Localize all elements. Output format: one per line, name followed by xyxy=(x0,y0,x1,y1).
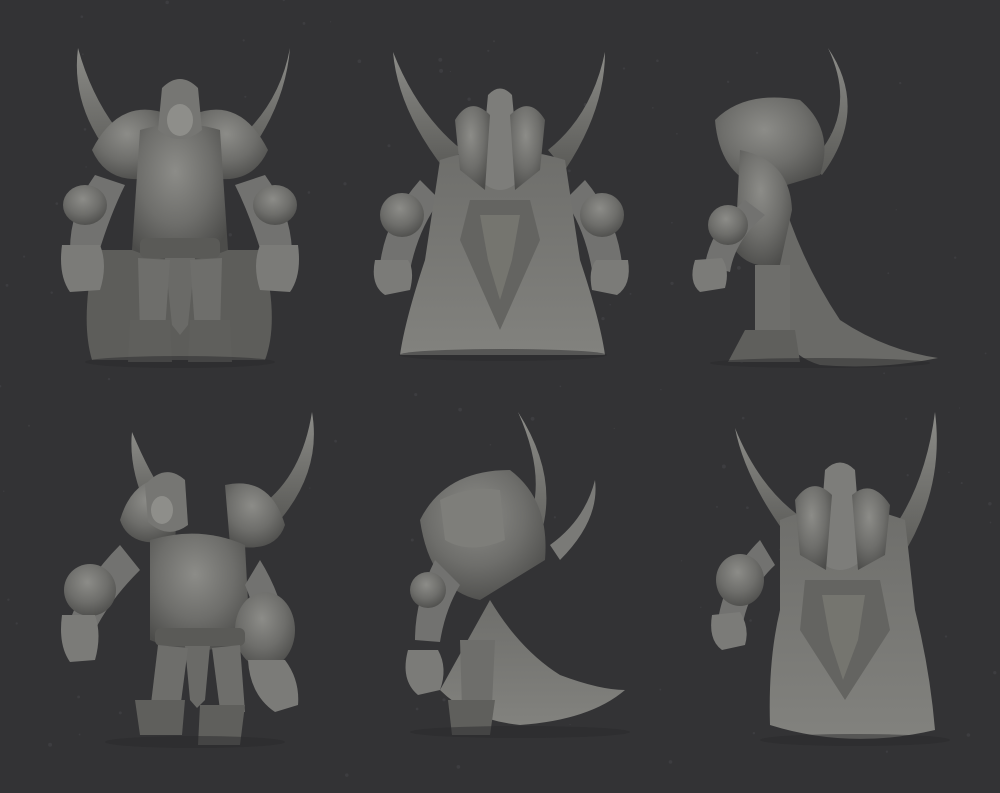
dust-speck xyxy=(993,671,997,675)
dust-speck xyxy=(493,40,495,43)
dust-speck xyxy=(906,474,909,477)
dust-speck xyxy=(622,67,626,70)
dust-speck xyxy=(15,622,18,625)
dust-speck xyxy=(107,377,111,381)
dust-speck xyxy=(487,49,490,52)
dust-speck xyxy=(78,733,81,736)
dust-speck xyxy=(746,506,749,510)
dust-speck xyxy=(601,316,605,321)
dust-speck xyxy=(609,303,611,306)
dust-speck xyxy=(387,144,391,148)
dust-speck xyxy=(345,773,349,777)
dust-speck xyxy=(559,385,562,388)
character-turnaround-sheet xyxy=(0,0,1000,793)
dust-speck xyxy=(716,505,718,508)
dust-speck xyxy=(442,698,446,702)
dust-speck xyxy=(553,516,557,519)
dust-speck xyxy=(953,256,957,259)
dust-speck xyxy=(904,417,908,420)
dust-speck xyxy=(228,233,233,237)
dust-speck xyxy=(680,560,683,562)
dust-speck xyxy=(23,255,26,258)
dust-speck xyxy=(55,202,59,205)
dust-speck xyxy=(357,59,362,64)
dust-speck xyxy=(439,68,444,73)
dust-speck xyxy=(329,21,332,23)
dust-speck xyxy=(958,407,961,409)
dust-speck xyxy=(309,487,311,489)
dust-speck xyxy=(77,695,81,699)
dust-speck xyxy=(676,132,678,135)
dust-speck xyxy=(489,443,492,446)
dust-speck xyxy=(83,128,87,131)
dust-speck xyxy=(984,352,987,355)
dust-speck xyxy=(741,416,745,420)
dust-speck xyxy=(721,464,726,469)
dust-speck xyxy=(82,53,84,56)
dust-speck xyxy=(334,439,337,443)
dust-speck xyxy=(2,490,5,493)
dust-speck xyxy=(629,292,632,295)
dust-speck xyxy=(883,372,886,375)
dust-speck xyxy=(899,81,902,85)
dust-speck xyxy=(7,598,10,601)
dust-speck xyxy=(458,407,462,412)
dust-speck xyxy=(749,619,752,622)
dust-speck xyxy=(530,416,535,421)
dust-speck xyxy=(307,191,311,194)
dust-speck xyxy=(244,95,247,98)
dust-speck xyxy=(752,731,756,735)
dust-speck xyxy=(726,80,730,84)
dust-speck xyxy=(829,133,832,135)
dust-speck xyxy=(668,760,673,764)
dust-speck xyxy=(887,272,890,275)
dust-speck xyxy=(118,711,122,715)
dust-speck xyxy=(656,59,659,62)
dust-speck xyxy=(671,221,673,224)
dust-speck xyxy=(737,266,741,270)
dust-speck xyxy=(456,765,461,769)
back-view-figure xyxy=(373,52,629,361)
dust-speck xyxy=(660,388,662,391)
dust-speck xyxy=(165,0,169,5)
dust-speck xyxy=(343,182,347,186)
dust-speck xyxy=(960,482,963,485)
dust-speck xyxy=(948,471,950,474)
dust-speck xyxy=(5,283,9,287)
dust-speck xyxy=(80,15,84,19)
dust-speck xyxy=(302,21,306,25)
dust-speck xyxy=(242,39,245,42)
dust-speck xyxy=(28,424,30,427)
dust-speck xyxy=(895,209,897,211)
dust-speck xyxy=(415,707,419,711)
dust-speck xyxy=(50,291,53,294)
dust-speck xyxy=(989,521,992,524)
dust-speck xyxy=(659,688,662,691)
dust-speck xyxy=(410,538,414,542)
dust-speck xyxy=(414,393,418,397)
dust-speck xyxy=(613,427,615,430)
dust-speck xyxy=(988,501,992,506)
dust-speck xyxy=(944,635,948,638)
dust-speck xyxy=(467,97,471,101)
dust-speck xyxy=(449,70,452,73)
dust-speck xyxy=(670,281,674,286)
dust-speck xyxy=(438,57,443,62)
dust-speck xyxy=(966,733,971,737)
dust-speck xyxy=(755,51,759,55)
dust-speck xyxy=(885,750,889,753)
dust-speck xyxy=(700,606,702,609)
dust-speck xyxy=(567,169,571,173)
dust-speck xyxy=(48,742,53,747)
dust-speck xyxy=(85,166,87,168)
dust-speck xyxy=(569,723,571,726)
dust-speck xyxy=(651,106,654,109)
